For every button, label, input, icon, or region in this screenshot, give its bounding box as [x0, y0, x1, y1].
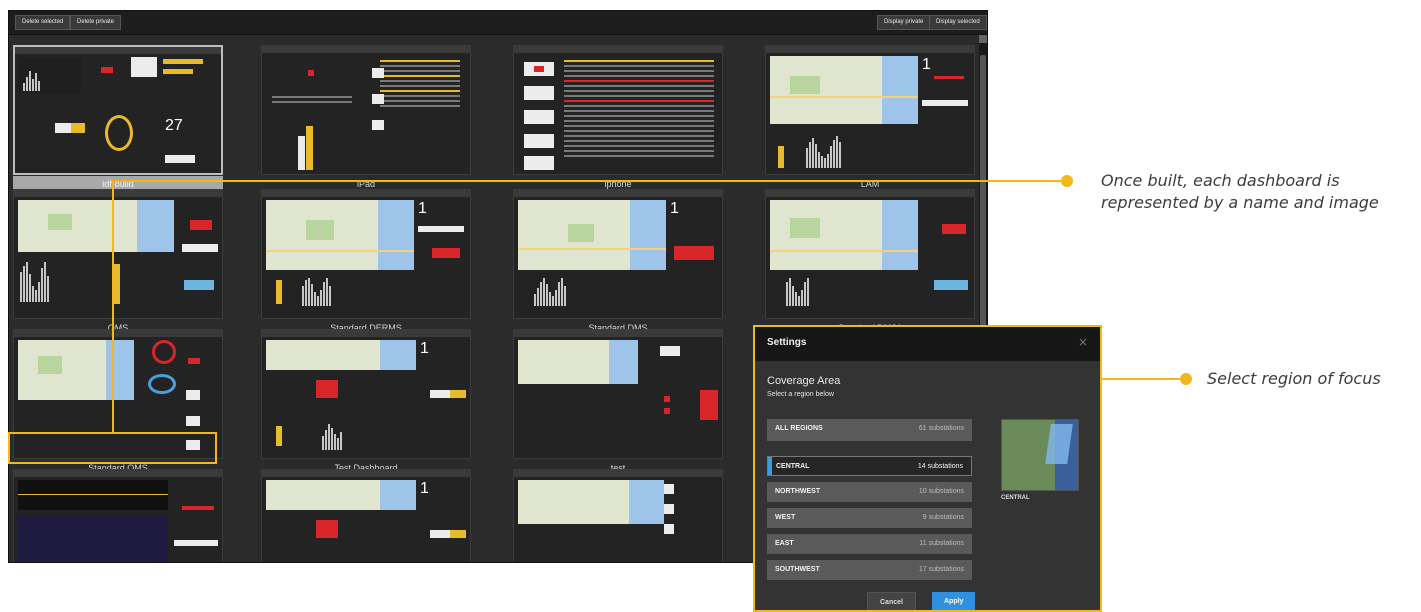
- scroll-up-icon[interactable]: [979, 35, 987, 43]
- callout-connector: [112, 180, 114, 432]
- gallery-toolbar: Delete selected Delete private Display p…: [9, 11, 987, 35]
- region-option-west[interactable]: WEST 9 substations: [767, 508, 972, 528]
- region-option-east[interactable]: EAST 11 substations: [767, 534, 972, 554]
- dashboard-tile[interactable]: 1 LAM: [765, 45, 975, 195]
- apply-button[interactable]: Apply: [932, 592, 976, 610]
- dashboard-thumbnail: 1: [261, 329, 471, 459]
- dashboard-thumbnail: 1: [765, 45, 975, 175]
- dashboard-tile[interactable]: 1 Standard DMS: [513, 189, 723, 339]
- region-count: 17 substations: [918, 566, 964, 573]
- dashboard-thumbnail: 1: [513, 189, 723, 319]
- coverage-area-heading: Coverage Area: [767, 375, 841, 387]
- delete-selected-button[interactable]: Delete selected: [15, 15, 71, 30]
- dashboard-tile[interactable]: iPad: [261, 45, 471, 195]
- dashboard-tile[interactable]: test: [513, 329, 723, 479]
- settings-callout: Select region of focus: [1207, 369, 1381, 388]
- dashboard-thumbnail: [765, 189, 975, 319]
- region-count: 61 substations: [918, 425, 964, 432]
- dashboard-thumbnail: [513, 469, 723, 562]
- region-count: 11 substations: [919, 540, 964, 547]
- region-map-label: CENTRAL: [1001, 495, 1030, 501]
- close-icon[interactable]: ×: [1078, 335, 1088, 349]
- display-private-button[interactable]: Display private: [877, 15, 931, 30]
- dashboard-thumbnail: [13, 189, 223, 319]
- dashboard-thumbnail: [513, 329, 723, 459]
- dashboard-tile[interactable]: iphone: [513, 45, 723, 195]
- dashboard-tile[interactable]: [13, 469, 223, 562]
- region-name: CENTRAL: [776, 463, 810, 470]
- dashboard-tile[interactable]: 1: [261, 469, 471, 562]
- display-selected-button[interactable]: Display selected: [929, 15, 987, 30]
- dialog-title: Settings: [767, 337, 807, 348]
- region-name: WEST: [775, 514, 796, 521]
- dashboard-thumbnail: 1: [261, 469, 471, 562]
- dashboard-thumbnail: [513, 45, 723, 175]
- callout-dot: [1061, 175, 1073, 187]
- callout-dot: [1180, 373, 1192, 385]
- dashboard-thumbnail: [261, 45, 471, 175]
- dashboard-thumbnail: 1: [261, 189, 471, 319]
- region-option-central[interactable]: CENTRAL 14 substations: [767, 456, 972, 476]
- settings-dialog: Settings × Coverage Area Select a region…: [753, 325, 1102, 612]
- coverage-area-subtitle: Select a region below: [767, 391, 834, 398]
- region-name: ALL REGIONS: [775, 425, 823, 432]
- annotated-screenshot: Delete selected Delete private Display p…: [0, 0, 1421, 612]
- cancel-button[interactable]: Cancel: [867, 592, 916, 610]
- dashboard-thumbnail: 27: [13, 45, 223, 175]
- dashboard-tile[interactable]: [513, 469, 723, 562]
- dashboard-tile[interactable]: 1 Test Dashboard: [261, 329, 471, 479]
- region-option-southwest[interactable]: SOUTHWEST 17 substations: [767, 560, 972, 580]
- region-count: 10 substations: [918, 488, 964, 495]
- region-name: EAST: [775, 540, 794, 547]
- callout-connector: [112, 180, 1067, 182]
- region-option-all[interactable]: ALL REGIONS 61 substations: [767, 419, 972, 441]
- callout-connector: [1102, 378, 1186, 380]
- region-map-preview: [1001, 419, 1079, 491]
- dashboard-tile[interactable]: 27 idf-build: [13, 45, 223, 195]
- dashboard-tile[interactable]: Standard DMS1: [765, 189, 975, 339]
- dashboards-callout: Once built, each dashboard is represente…: [1101, 171, 1379, 212]
- dashboard-tile[interactable]: 1 Standard DERMS: [261, 189, 471, 339]
- region-option-northwest[interactable]: NORTHWEST 10 substations: [767, 482, 972, 502]
- region-name: SOUTHWEST: [775, 566, 820, 573]
- dialog-header: Settings ×: [755, 327, 1100, 361]
- region-count: 9 substations: [922, 514, 964, 521]
- region-name: NORTHWEST: [775, 488, 821, 495]
- delete-private-button[interactable]: Delete private: [70, 15, 122, 30]
- dashboard-thumbnail: [13, 469, 223, 562]
- dashboard-tile[interactable]: OMS: [13, 189, 223, 339]
- standard-oms-highlight: [8, 432, 217, 464]
- region-count: 14 substations: [917, 463, 963, 470]
